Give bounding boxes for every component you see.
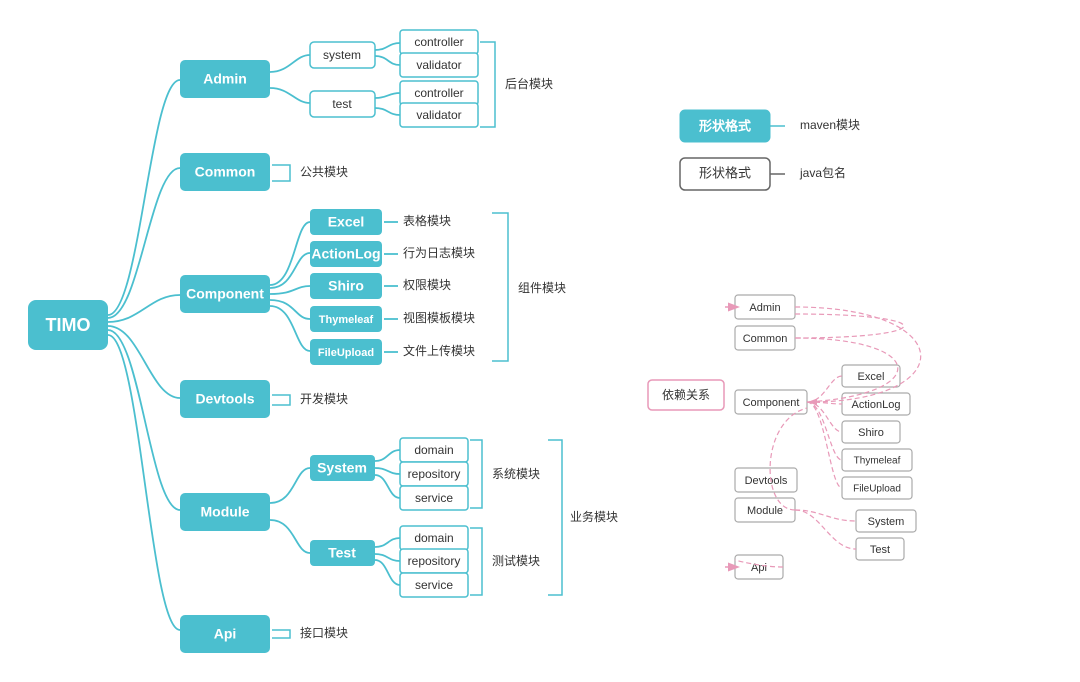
component-group-label: 组件模块 [518,281,566,295]
test-bracket [470,528,482,595]
dep-component-thymeleaf-line [807,402,842,460]
dep-module-text: Module [747,505,783,517]
sys-repository-text: repository [408,467,461,481]
legend-java-label: java包名 [799,165,846,180]
dep-shiro-text: Shiro [858,427,884,439]
api-label: 接口模块 [300,625,348,640]
admin-bracket [480,42,495,127]
shiro-text: Shiro [328,278,364,294]
timo-admin-line [108,80,180,315]
module-bracket [548,440,562,595]
dep-component-text: Component [743,397,800,409]
thymeleaf-label: 视图模板模块 [403,310,475,325]
thymeleaf-text: Thymeleaf [319,314,374,326]
common-label: 公共模块 [300,165,348,179]
dep-admin-text: Admin [749,302,780,314]
system-mod-text: System [317,460,367,476]
test-service-text: service [415,578,453,592]
test-label: 测试模块 [492,553,540,568]
dep-component-fileupload-line [807,402,842,488]
dep-module-component-arrow [770,408,807,510]
legend-outline-label-shape: 形状格式 [699,165,751,180]
fileupload-text: FileUpload [318,347,374,359]
sys-service-text: service [415,491,453,505]
api-text: Api [214,626,237,642]
system-text: system [323,48,361,62]
common-text: Common [195,164,256,180]
dep-title-text: 依赖关系 [662,387,710,402]
timo-component-line [108,295,180,322]
component-bracket [492,213,508,361]
dep-component-actionlog-line [807,402,842,404]
admin-group-label: 后台模块 [505,76,553,91]
dep-component-excel-line [807,376,842,402]
dep-excel-text: Excel [858,371,885,383]
legend-maven-label: maven模块 [800,118,860,132]
devtools-text: Devtools [195,391,254,407]
fileupload-label: 文件上传模块 [403,343,475,358]
system-label: 系统模块 [492,467,540,481]
dep-test-sub-text: Test [870,544,890,556]
sys-domain-text: domain [414,443,453,457]
test-repository-text: repository [408,554,461,568]
dep-admin-common-arrow [795,314,904,338]
shiro-label: 权限模块 [403,278,451,292]
admin-sys-controller-text: controller [414,35,463,49]
timo-api-line [108,335,180,630]
devtools-bracket [272,395,290,405]
diagram-container: 形状格式 maven模块 形状格式 java包名 TIMO Admin syst… [0,0,1080,682]
common-bracket [272,165,290,181]
test-text-admin: test [332,97,352,111]
excel-label: 表格模块 [403,213,451,228]
admin-text: Admin [203,71,247,87]
dep-admin-component-arrow [795,307,921,402]
admin-test-validator-text: validator [416,108,461,122]
test-mod-text: Test [328,545,356,561]
dep-module-test-line [795,510,856,549]
dep-component-shiro-line [807,402,842,432]
module-group-label: 业务模块 [570,509,618,524]
admin-sys-validator-text: validator [416,58,461,72]
api-bracket [272,630,290,638]
dep-thymeleaf-text: Thymeleaf [854,456,901,467]
actionlog-text: ActionLog [311,246,380,262]
timo-text: TIMO [46,315,91,335]
dep-system-sub-text: System [868,516,905,528]
module-text: Module [201,504,250,520]
dep-devtools-text: Devtools [745,475,788,487]
excel-text: Excel [328,214,365,230]
actionlog-label: 行为日志模块 [403,246,475,260]
test-domain-text: domain [414,531,453,545]
system-bracket [470,440,482,508]
dep-fileupload-text: FileUpload [853,484,901,495]
component-text: Component [186,286,264,302]
devtools-label: 开发模块 [300,391,348,406]
legend-filled-label-shape: 形状格式 [699,118,751,133]
dep-actionlog-text: ActionLog [852,399,901,411]
admin-test-controller-text: controller [414,86,463,100]
dep-api-text: Api [751,562,767,574]
dep-common-text: Common [743,333,788,345]
